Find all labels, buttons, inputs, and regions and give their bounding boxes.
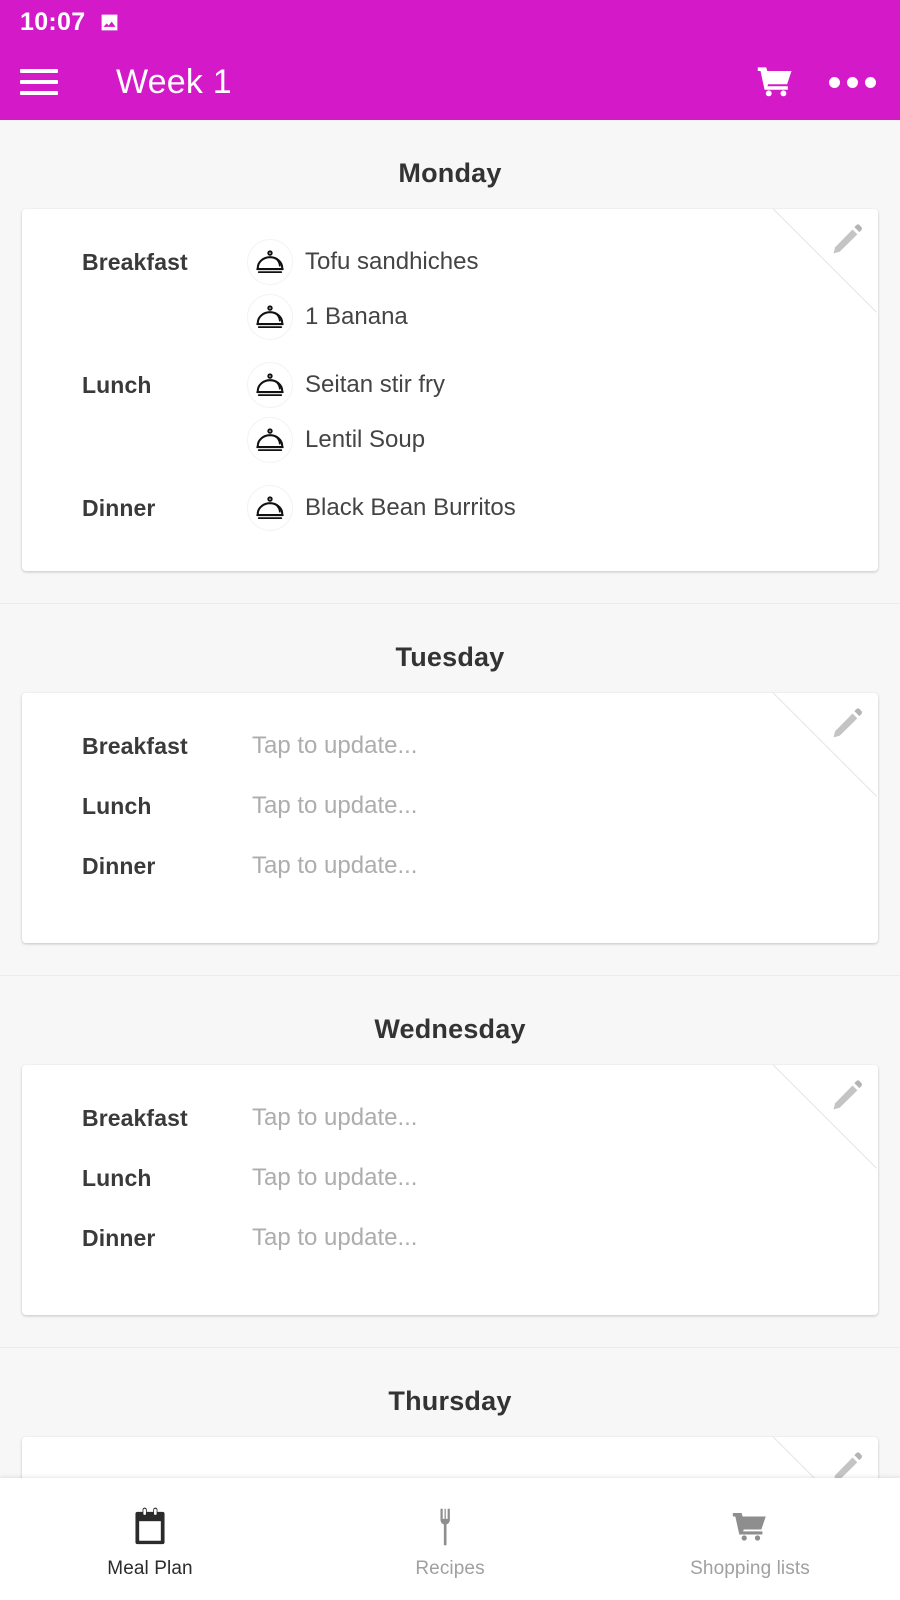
calendar-notepad-icon: [130, 1504, 170, 1550]
dot: [847, 76, 858, 88]
meal-items-dinner: Black Bean Burritos: [247, 485, 878, 531]
meal-item-text: Lentil Soup: [305, 426, 426, 453]
hamburger-line: [20, 80, 58, 84]
meal-label-lunch: Lunch: [82, 372, 152, 398]
meal-item-text: Tofu sandhiches: [305, 248, 479, 275]
cloche-food-cover-icon: [247, 239, 293, 285]
meal-item-text: Seitan stir fry: [305, 371, 446, 398]
meal-item-text: 1 Banana: [305, 303, 408, 330]
meal-label-lunch: Lunch: [82, 1165, 152, 1191]
meal-items-dinner: Tap to update...: [247, 843, 878, 880]
meal-row-lunch[interactable]: Lunch Seitan stir fry Lentil Soup: [22, 362, 878, 463]
meal-placeholder[interactable]: Tap to update...: [247, 1215, 878, 1252]
day-section: Tuesday Breakfast Tap to update... Lunch Tap…: [0, 603, 900, 943]
meal-items-lunch: Tap to update...: [247, 1155, 878, 1192]
meal-items-lunch: Seitan stir fry Lentil Soup: [247, 362, 878, 463]
meal-label-dinner: Dinner: [82, 1225, 156, 1251]
meal-label-breakfast: Breakfast: [82, 1105, 188, 1131]
meal-row-dinner[interactable]: Dinner Tap to update...: [22, 1215, 878, 1275]
meal-item[interactable]: Lentil Soup: [247, 417, 878, 463]
meal-label-lunch: Lunch: [82, 793, 152, 819]
nav-label-shopping-lists: Shopping lists: [690, 1558, 810, 1579]
day-title: Wednesday: [374, 1014, 526, 1044]
meal-placeholder[interactable]: Tap to update...: [247, 1095, 878, 1132]
meal-item[interactable]: Seitan stir fry: [247, 362, 878, 408]
fork-icon: [433, 1504, 467, 1550]
meal-placeholder[interactable]: Tap to update...: [247, 723, 878, 760]
day-section: Wednesday Breakfast Tap to update... Lunch T…: [0, 975, 900, 1315]
shopping-cart-icon: [729, 1504, 771, 1550]
day-meal-card[interactable]: Breakfast Tap to update... Lunch Tap to upd…: [22, 693, 878, 943]
nav-label-meal-plan: Meal Plan: [107, 1558, 193, 1579]
meal-placeholder[interactable]: Tap to update...: [247, 783, 878, 820]
meal-items-lunch: Tap to update...: [247, 783, 878, 820]
meal-items-dinner: Tap to update...: [247, 1215, 878, 1252]
meal-row-breakfast[interactable]: Breakfast Tap to update...: [22, 723, 878, 783]
hamburger-menu-icon[interactable]: [20, 67, 60, 97]
meal-placeholder[interactable]: Tap to update...: [247, 1155, 878, 1192]
meal-placeholder[interactable]: Tap to update...: [247, 843, 878, 880]
pencil-edit-icon[interactable]: [830, 1079, 864, 1113]
app-bar: Week 1: [0, 44, 900, 120]
nav-item-meal-plan[interactable]: Meal Plan: [0, 1478, 300, 1600]
meal-row-dinner[interactable]: Dinner Tap to update...: [22, 843, 878, 903]
day-title: Thursday: [388, 1386, 512, 1416]
meal-plan-scroll-area[interactable]: Monday Breakfast Tofu sandhiches 1 Banana Lu…: [0, 120, 900, 1600]
meal-row-lunch[interactable]: Lunch Tap to update...: [22, 1155, 878, 1215]
hamburger-line: [20, 91, 58, 95]
meal-label-breakfast: Breakfast: [82, 249, 188, 275]
meal-label-dinner: Dinner: [82, 853, 156, 879]
day-title: Tuesday: [395, 642, 505, 672]
meal-row-breakfast[interactable]: Breakfast Tofu sandhiches 1 Banana: [22, 239, 878, 340]
cloche-food-cover-icon: [247, 485, 293, 531]
more-options-icon[interactable]: [829, 76, 876, 88]
day-meal-card[interactable]: Breakfast Tap to update... Lunch Tap to upd…: [22, 1065, 878, 1315]
nav-item-recipes[interactable]: Recipes: [300, 1478, 600, 1600]
meal-label-breakfast: Breakfast: [82, 733, 188, 759]
dot: [865, 76, 876, 88]
status-bar-time: 10:07: [20, 7, 86, 36]
day-meal-card[interactable]: Breakfast Tofu sandhiches 1 Banana Lunch Sei…: [22, 209, 878, 571]
meal-row-lunch[interactable]: Lunch Tap to update...: [22, 783, 878, 843]
dot: [829, 76, 840, 88]
meal-label-dinner: Dinner: [82, 495, 156, 521]
status-bar: 10:07: [0, 0, 900, 44]
meal-row-breakfast[interactable]: Breakfast Tap to update...: [22, 1095, 878, 1155]
bottom-navigation: Meal Plan Recipes Shopping lists: [0, 1478, 900, 1600]
meal-row-dinner[interactable]: Dinner Black Bean Burritos: [22, 485, 878, 531]
meal-item-text: Black Bean Burritos: [305, 494, 516, 521]
image-icon: [99, 12, 120, 33]
meal-items-breakfast: Tofu sandhiches 1 Banana: [247, 239, 878, 340]
meal-items-breakfast: Tap to update...: [247, 723, 878, 760]
nav-item-shopping-lists[interactable]: Shopping lists: [600, 1478, 900, 1600]
meal-item[interactable]: Black Bean Burritos: [247, 485, 878, 531]
pencil-edit-icon[interactable]: [830, 707, 864, 741]
meal-item[interactable]: Tofu sandhiches: [247, 239, 878, 285]
day-section: Monday Breakfast Tofu sandhiches 1 Banana Lu…: [0, 120, 900, 571]
day-title: Monday: [398, 158, 502, 188]
cloche-food-cover-icon: [247, 417, 293, 463]
nav-label-recipes: Recipes: [415, 1558, 485, 1579]
pencil-edit-icon[interactable]: [830, 223, 864, 257]
meal-items-breakfast: Tap to update...: [247, 1095, 878, 1132]
shopping-cart-icon[interactable]: [753, 60, 797, 104]
cloche-food-cover-icon: [247, 294, 293, 340]
cloche-food-cover-icon: [247, 362, 293, 408]
hamburger-line: [20, 69, 58, 73]
meal-item[interactable]: 1 Banana: [247, 294, 878, 340]
page-title: Week 1: [116, 62, 232, 101]
